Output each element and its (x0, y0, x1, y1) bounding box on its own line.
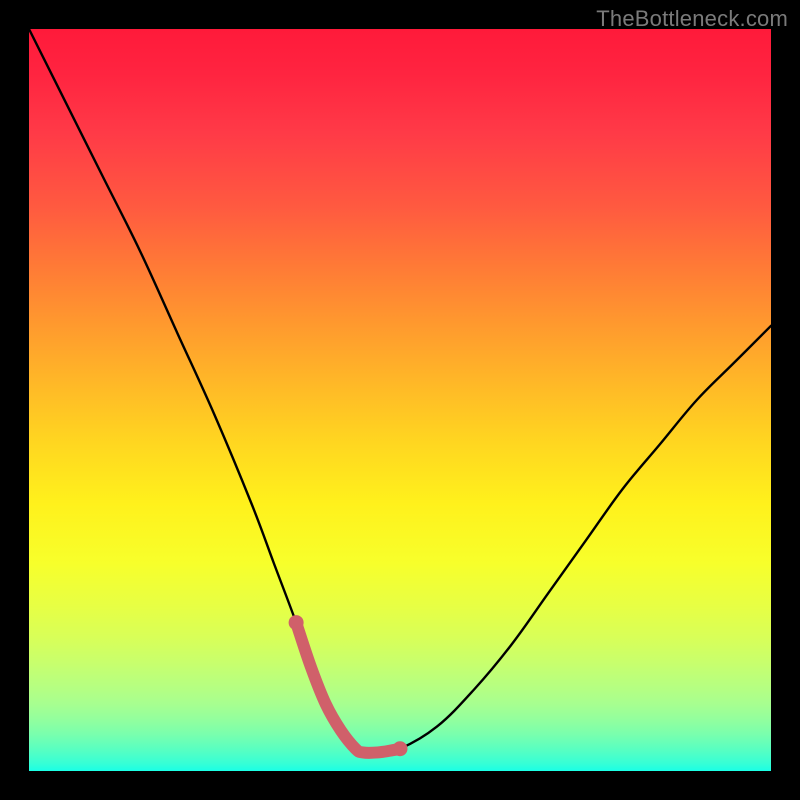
highlight-end-dot-left (289, 615, 304, 630)
highlight-minimum-region (296, 623, 400, 753)
bottleneck-curve (29, 29, 771, 753)
highlight-end-dot-right (393, 741, 408, 756)
watermark-text: TheBottleneck.com (596, 6, 788, 32)
curve-layer (29, 29, 771, 771)
plot-area (29, 29, 771, 771)
chart-frame: TheBottleneck.com (0, 0, 800, 800)
